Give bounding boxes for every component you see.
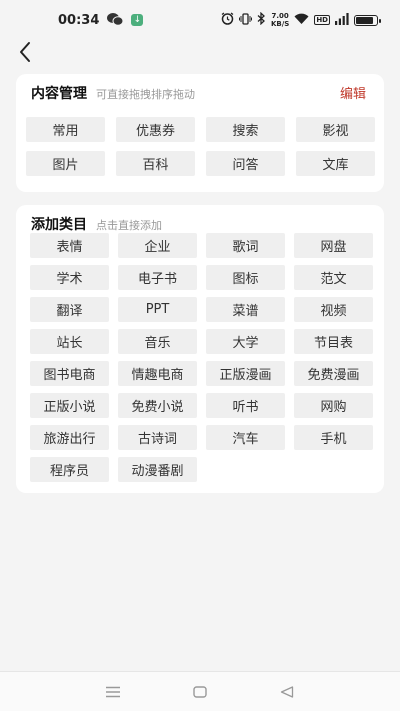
content-manage-item[interactable]: 图片 xyxy=(26,151,105,176)
content-manage-grid: 常用 优惠券 搜索 影视图片 百科 问答 文库 xyxy=(26,117,375,176)
wifi-icon xyxy=(294,13,309,28)
add-category-card: 添加类目 点击直接添加 表情 企业 歌词 网盘学术 电子书 图标 范文翻译 PPT 菜谱 视频站长… xyxy=(16,205,384,493)
add-category-grid: 表情 企业 歌词 网盘学术 电子书 图标 范文翻译 PPT 菜谱 视频站长 音乐 大学 节目表图书电商情… xyxy=(30,233,373,482)
menu-nav-button[interactable] xyxy=(98,677,128,707)
add-category-item[interactable]: 音乐 xyxy=(118,329,197,354)
content-manage-item[interactable]: 优惠券 xyxy=(116,117,195,142)
content-manage-item[interactable]: 常用 xyxy=(26,117,105,142)
add-category-item[interactable]: 节目表 xyxy=(294,329,373,354)
content-manage-card: 内容管理 可直接拖拽排序拖动 编辑 常用 优惠券 搜索 影视图片 百科 问答 文库 xyxy=(16,74,384,192)
content-manage-item[interactable]: 问答 xyxy=(206,151,285,176)
clock: 00:34 xyxy=(58,12,100,28)
battery-icon xyxy=(354,14,381,26)
add-category-item[interactable]: 网购 xyxy=(294,393,373,418)
add-category-item[interactable]: 大学 xyxy=(206,329,285,354)
add-category-item[interactable]: 动漫番剧 xyxy=(118,457,197,482)
alarm-icon xyxy=(221,12,234,28)
content-manage-item[interactable]: 文库 xyxy=(296,151,375,176)
add-category-item[interactable]: 歌词 xyxy=(206,233,285,258)
add-category-item[interactable]: 电子书 xyxy=(118,265,197,290)
back-button[interactable] xyxy=(12,38,38,66)
wechat-icon xyxy=(107,12,124,28)
bluetooth-icon xyxy=(257,11,266,28)
add-category-item[interactable]: 图书电商 xyxy=(30,361,109,386)
add-category-item[interactable]: 翻译 xyxy=(30,297,109,322)
battery-level xyxy=(356,16,373,24)
content-manage-title: 内容管理 xyxy=(31,86,87,102)
add-category-hint: 点击直接添加 xyxy=(96,219,162,232)
add-category-item[interactable]: 正版漫画 xyxy=(206,361,285,386)
content-manage-item[interactable]: 影视 xyxy=(296,117,375,142)
add-category-item[interactable]: 图标 xyxy=(206,265,285,290)
hd-badge: HD xyxy=(314,15,330,25)
app-notification-icon: ↓ xyxy=(131,14,144,26)
add-category-item[interactable]: 免费小说 xyxy=(118,393,197,418)
add-category-item[interactable]: 手机 xyxy=(294,425,373,450)
content-manage-item[interactable]: 搜索 xyxy=(206,117,285,142)
content-manage-hint: 可直接拖拽排序拖动 xyxy=(96,88,195,101)
add-category-item[interactable]: 网盘 xyxy=(294,233,373,258)
add-category-item[interactable]: 免费漫画 xyxy=(294,361,373,386)
signal-icon xyxy=(335,12,349,28)
add-category-item[interactable]: 情趣电商 xyxy=(118,361,197,386)
add-category-title: 添加类目 xyxy=(31,217,87,233)
network-speed-unit: KB/S xyxy=(270,20,290,28)
add-category-item[interactable]: 表情 xyxy=(30,233,109,258)
add-category-item[interactable]: 旅游出行 xyxy=(30,425,109,450)
system-nav-bar xyxy=(0,671,400,711)
status-bar-right: 7.00 KB/S HD xyxy=(221,11,381,28)
add-category-item[interactable]: 视频 xyxy=(294,297,373,322)
edit-button[interactable]: 编辑 xyxy=(340,83,366,102)
content-manage-item[interactable]: 百科 xyxy=(116,151,195,176)
add-category-item[interactable]: 古诗词 xyxy=(118,425,197,450)
status-bar-left: 00:34 ↓ xyxy=(58,12,144,28)
add-category-item[interactable]: 汽车 xyxy=(206,425,285,450)
back-triangle-icon xyxy=(280,685,293,698)
add-category-item[interactable]: 菜谱 xyxy=(206,297,285,322)
add-category-item[interactable]: PPT xyxy=(118,297,197,322)
add-category-item[interactable]: 学术 xyxy=(30,265,109,290)
add-category-item[interactable]: 程序员 xyxy=(30,457,109,482)
home-nav-button[interactable] xyxy=(185,677,215,707)
back-nav-button[interactable] xyxy=(272,677,302,707)
add-category-item[interactable]: 听书 xyxy=(206,393,285,418)
chevron-left-icon xyxy=(20,42,30,62)
network-speed-value: 7.00 xyxy=(271,12,289,20)
add-category-item[interactable]: 企业 xyxy=(118,233,197,258)
menu-icon xyxy=(106,686,121,697)
vibrate-icon xyxy=(238,12,252,28)
status-bar: 00:34 ↓ 7.00 KB/S HD xyxy=(0,0,400,40)
add-category-header: 添加类目 点击直接添加 xyxy=(31,214,366,234)
home-square-icon xyxy=(193,685,207,698)
add-category-item[interactable]: 站长 xyxy=(30,329,109,354)
add-category-item[interactable]: 范文 xyxy=(294,265,373,290)
network-speed: 7.00 KB/S xyxy=(271,12,289,28)
content-manage-header: 内容管理 可直接拖拽排序拖动 编辑 xyxy=(31,83,366,103)
add-category-item[interactable]: 正版小说 xyxy=(30,393,109,418)
